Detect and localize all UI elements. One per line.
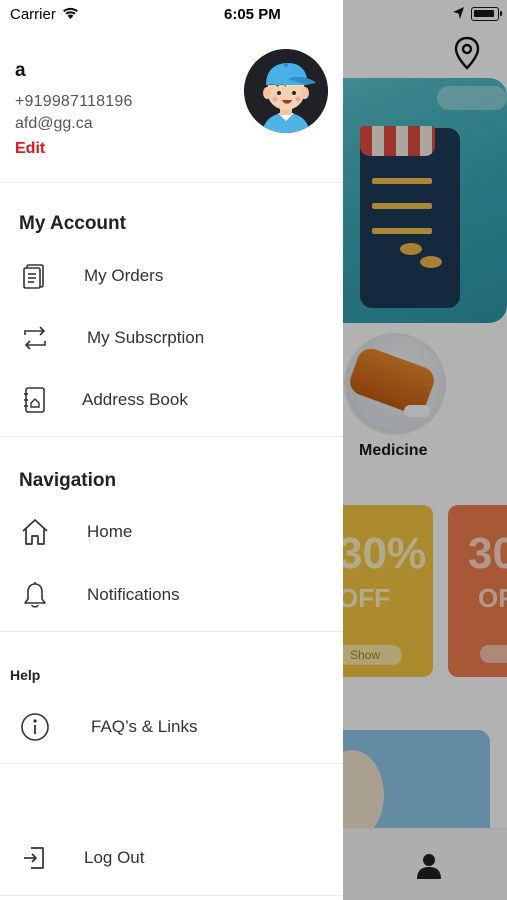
clock: 6:05 PM	[224, 6, 281, 23]
menu-label: Address Book	[82, 390, 188, 409]
menu-label: FAQ’s & Links	[91, 717, 198, 736]
section-title-my-account: My Account	[19, 213, 126, 234]
divider	[0, 895, 343, 896]
menu-label: Notifications	[87, 585, 180, 604]
avatar[interactable]	[244, 49, 328, 133]
section-title-help: Help	[10, 667, 41, 683]
menu-label: My Orders	[84, 266, 164, 285]
menu-item-notifications[interactable]: Notifications	[0, 570, 343, 620]
divider	[0, 436, 343, 437]
logout-button[interactable]: Log Out	[0, 833, 343, 883]
location-arrow-icon	[453, 7, 464, 19]
address-book-icon	[24, 387, 45, 413]
wifi-icon	[63, 7, 78, 19]
orders-icon	[23, 264, 44, 289]
profile-phone: +919987118196	[15, 93, 133, 110]
home-icon	[22, 519, 48, 545]
menu-item-home[interactable]: Home	[0, 507, 343, 557]
menu-label: Home	[87, 522, 133, 541]
divider	[0, 631, 343, 632]
menu-item-address-book[interactable]: Address Book	[0, 375, 343, 425]
carrier-label: Carrier	[10, 6, 56, 23]
divider	[0, 182, 343, 183]
menu-item-my-orders[interactable]: My Orders	[0, 251, 343, 301]
menu-label: Log Out	[84, 848, 145, 867]
section-title-navigation: Navigation	[19, 470, 117, 491]
bell-icon	[24, 582, 46, 608]
menu-item-my-subscription[interactable]: My Subscrption	[0, 313, 343, 363]
status-bar: Carrier 6:05 PM	[0, 0, 507, 28]
profile-name: a	[15, 60, 26, 81]
menu-item-faq-links[interactable]: FAQ’s & Links	[0, 702, 343, 752]
profile-email: afd@gg.ca	[15, 115, 93, 132]
subscription-icon	[24, 326, 46, 350]
info-icon	[21, 713, 49, 741]
menu-label: My Subscrption	[87, 328, 205, 347]
avatar-icon	[244, 49, 328, 133]
edit-profile-link[interactable]: Edit	[15, 140, 45, 158]
side-drawer: a +919987118196 afd@gg.ca Edit My Accoun…	[0, 0, 343, 900]
divider	[0, 763, 343, 764]
logout-icon	[24, 847, 44, 869]
battery-icon	[471, 7, 502, 21]
